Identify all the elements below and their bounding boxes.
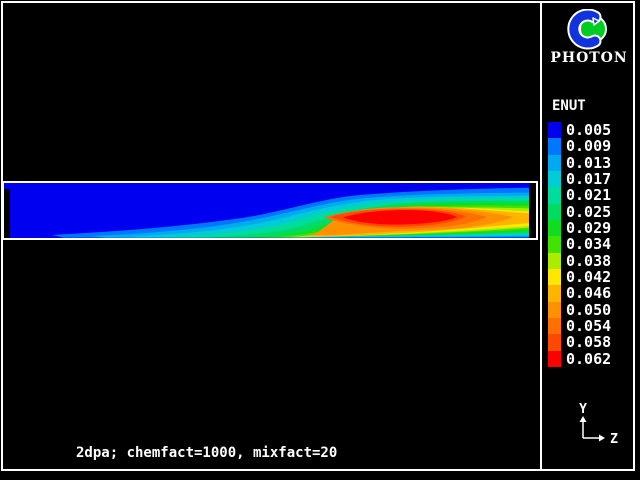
legend-row: 0.058 [548,334,611,350]
sidebar-divider [540,2,542,471]
legend-value: 0.009 [566,138,611,154]
app-name-label: PHOTON [542,50,636,66]
legend-row: 0.021 [548,187,611,203]
axis-z-label: Z [610,432,618,447]
legend-swatch [548,122,561,138]
color-legend: 0.0050.0090.0130.0170.0210.0250.0290.034… [548,122,611,367]
legend-row: 0.062 [548,351,611,367]
legend-value: 0.021 [566,187,611,203]
legend-row: 0.013 [548,155,611,171]
legend-row: 0.029 [548,220,611,236]
legend-swatch [548,302,561,318]
legend-row: 0.054 [548,318,611,334]
legend-value: 0.046 [566,285,611,301]
legend-value: 0.050 [566,302,611,318]
legend-value: 0.034 [566,236,611,252]
legend-swatch [548,155,561,171]
legend-swatch [548,187,561,203]
legend-row: 0.038 [548,253,611,269]
legend-swatch [548,220,561,236]
legend-swatch [548,171,561,187]
plot-caption: 2dpa; chemfact=1000, mixfact=20 [76,445,337,461]
legend-value: 0.042 [566,269,611,285]
legend-value: 0.013 [566,155,611,171]
legend-value: 0.025 [566,204,611,220]
outflow-strip [529,183,536,238]
photon-logo-icon [566,9,610,51]
legend-value: 0.038 [566,253,611,269]
legend-row: 0.009 [548,138,611,154]
legend-value: 0.029 [566,220,611,236]
legend-value: 0.062 [566,351,611,367]
legend-row: 0.017 [548,171,611,187]
legend-swatch [548,236,561,252]
axis-y-label: Y [579,402,587,417]
photon-window: 2dpa; chemfact=1000, mixfact=20 PHOTON E… [0,0,640,480]
legend-row: 0.050 [548,302,611,318]
legend-swatch [548,318,561,334]
legend-variable-label: ENUT [552,98,586,114]
legend-swatch [548,285,561,301]
legend-value: 0.054 [566,318,611,334]
axis-indicator-icon: Y Z [570,398,630,448]
legend-value: 0.058 [566,334,611,350]
legend-swatch [548,253,561,269]
legend-row: 0.046 [548,285,611,301]
legend-swatch [548,138,561,154]
legend-row: 0.005 [548,122,611,138]
inlet-bar [4,189,10,238]
legend-swatch [548,334,561,350]
legend-swatch [548,204,561,220]
contour-plot-canvas [4,183,536,238]
legend-value: 0.005 [566,122,611,138]
legend-row: 0.034 [548,236,611,252]
legend-row: 0.025 [548,204,611,220]
legend-value: 0.017 [566,171,611,187]
legend-row: 0.042 [548,269,611,285]
contour-plot[interactable] [2,181,538,240]
legend-swatch [548,351,561,367]
legend-swatch [548,269,561,285]
